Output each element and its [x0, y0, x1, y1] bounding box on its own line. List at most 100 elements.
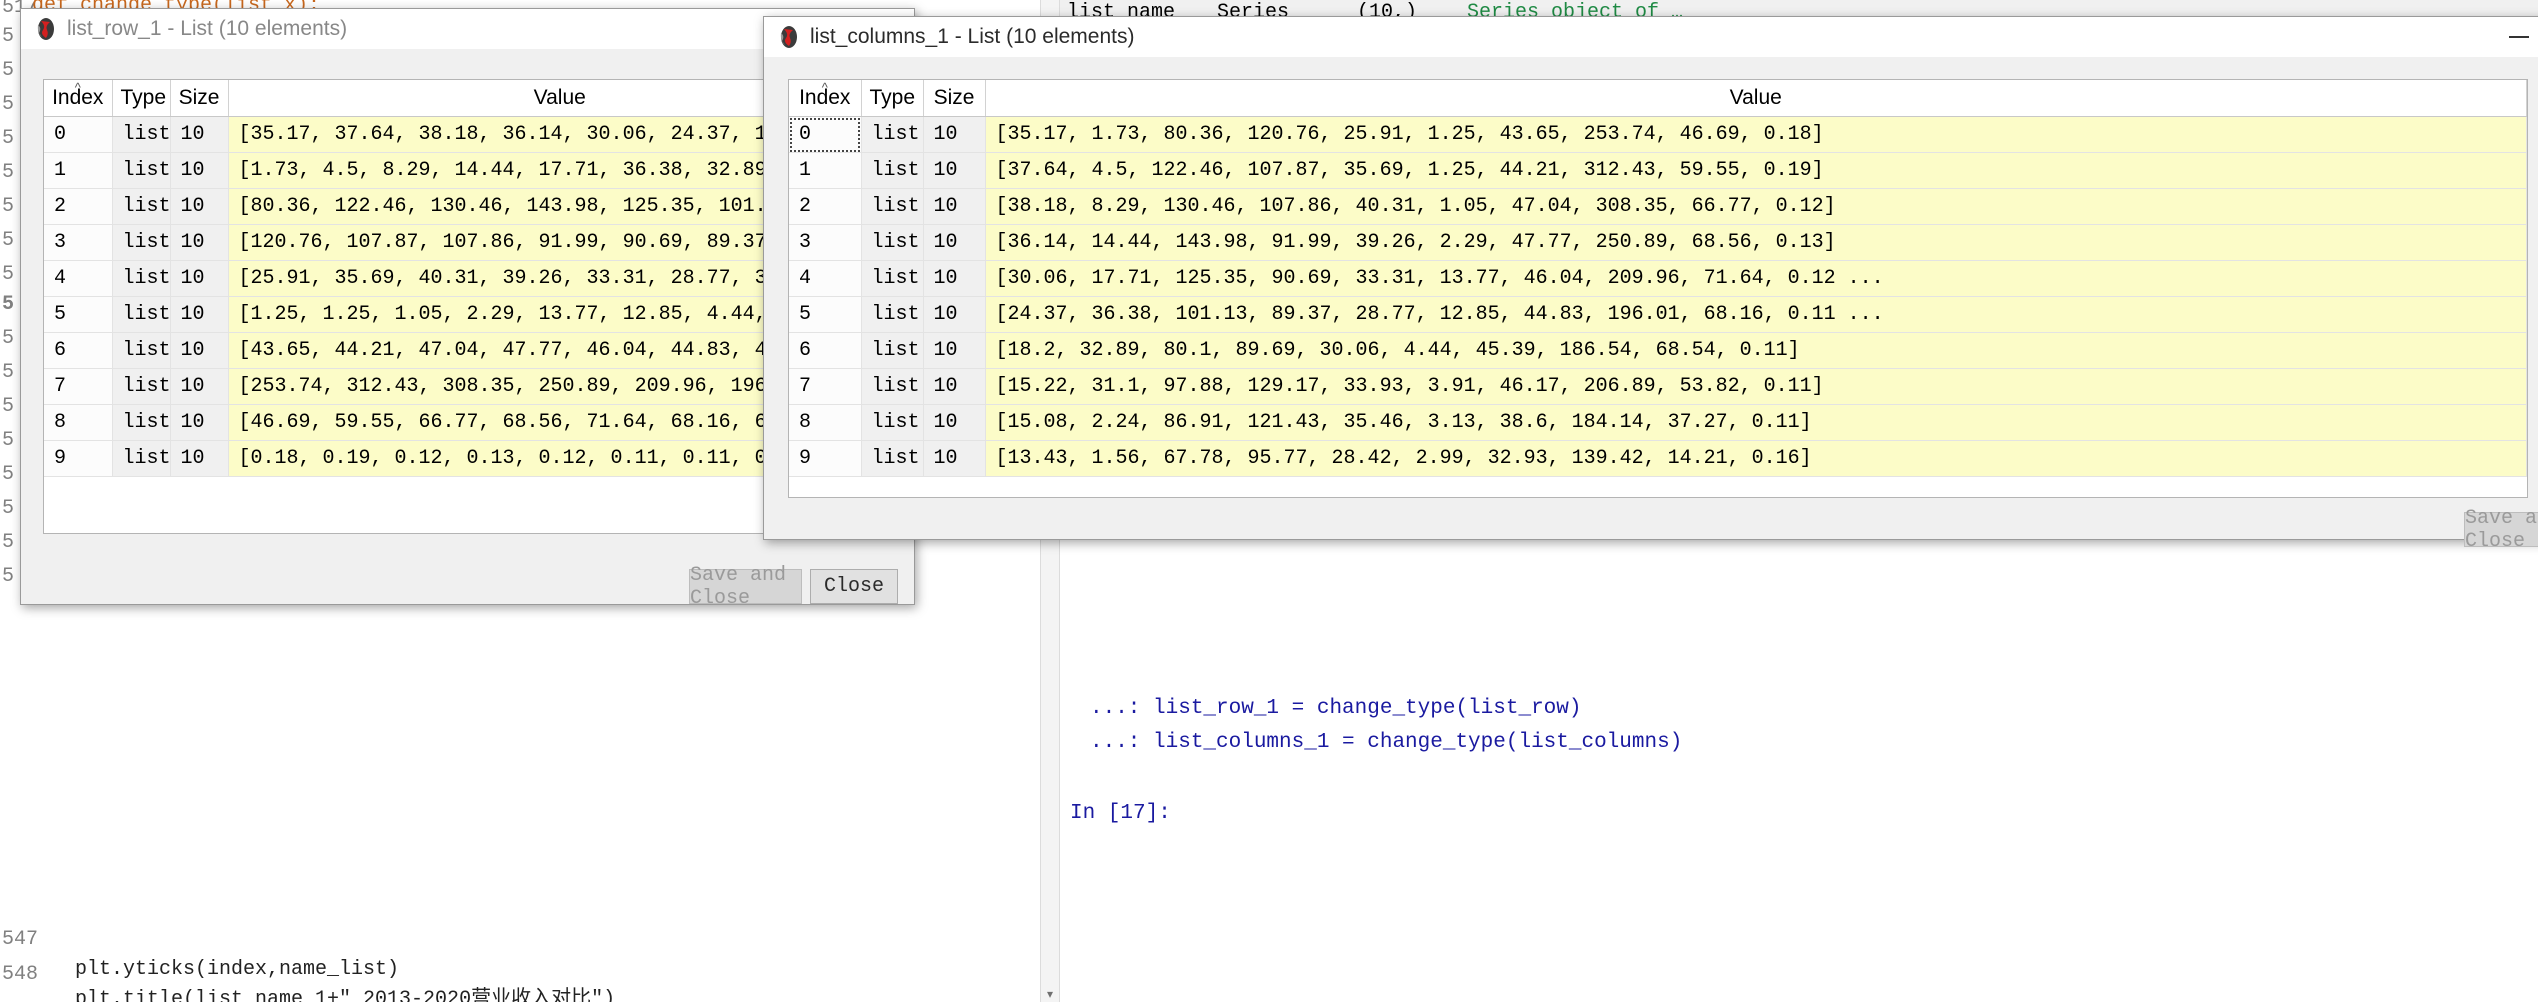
column-header-value[interactable]: Value [985, 80, 2527, 117]
cell-value[interactable]: [18.2, 32.89, 80.1, 89.69, 30.06, 4.44, … [985, 332, 2527, 369]
cell-type[interactable]: list [112, 332, 171, 369]
cell-type[interactable]: list [112, 296, 171, 333]
cell-size[interactable]: 10 [923, 224, 986, 261]
cell-index[interactable]: 4 [789, 260, 862, 297]
column-header-index[interactable]: ^ Index [44, 80, 113, 117]
table-row[interactable]: 4 list 10 [30.06, 17.71, 125.35, 90.69, … [789, 260, 2527, 297]
cell-index[interactable]: 5 [789, 296, 862, 333]
cell-size[interactable]: 10 [170, 332, 229, 369]
cell-type[interactable]: list [861, 224, 924, 261]
cell-value[interactable]: [37.64, 4.5, 122.46, 107.87, 35.69, 1.25… [985, 152, 2527, 189]
cell-value[interactable]: [13.43, 1.56, 67.78, 95.77, 28.42, 2.99,… [985, 440, 2527, 477]
cell-type[interactable]: list [861, 152, 924, 189]
line-number: 5 [2, 127, 15, 150]
line-number: 5 [2, 229, 15, 252]
cell-index[interactable]: 7 [789, 368, 862, 405]
cell-index[interactable]: 6 [44, 332, 113, 369]
cell-index[interactable]: 4 [44, 260, 113, 297]
cell-type[interactable]: list [861, 404, 924, 441]
table-row[interactable]: 9 list 10 [13.43, 1.56, 67.78, 95.77, 28… [789, 440, 2527, 477]
cell-size[interactable]: 10 [170, 188, 229, 225]
ipython-console[interactable]: ▾ ...: list_row_1 = change_type(list_row… [1040, 0, 2538, 1002]
cell-index[interactable]: 3 [789, 224, 862, 261]
list-columns-titlebar[interactable]: list_columns_1 - List (10 elements) [764, 17, 2538, 57]
table-row[interactable]: 1 list 10 [37.64, 4.5, 122.46, 107.87, 3… [789, 152, 2527, 189]
save-and-close-button[interactable]: Save and Close [2464, 507, 2538, 553]
cell-value[interactable]: [36.14, 14.44, 143.98, 91.99, 39.26, 2.2… [985, 224, 2527, 261]
cell-value[interactable]: [38.18, 8.29, 130.46, 107.86, 40.31, 1.0… [985, 188, 2527, 225]
table-row[interactable]: 6 list 10 [18.2, 32.89, 80.1, 89.69, 30.… [789, 332, 2527, 369]
cell-size[interactable]: 10 [923, 404, 986, 441]
table-row[interactable]: 8 list 10 [15.08, 2.24, 86.91, 121.43, 3… [789, 404, 2527, 441]
cell-index-selected[interactable]: 0 [789, 116, 862, 153]
cell-type[interactable]: list [112, 440, 171, 477]
cell-value[interactable]: [15.22, 31.1, 97.88, 129.17, 33.93, 3.91… [985, 368, 2527, 405]
cell-index[interactable]: 0 [44, 116, 113, 153]
save-and-close-button[interactable]: Save and Close [689, 564, 802, 610]
cell-size[interactable]: 10 [923, 260, 986, 297]
table-row[interactable]: 0 list 10 [35.17, 1.73, 80.36, 120.76, 2… [789, 116, 2527, 153]
cell-type[interactable]: list [861, 116, 924, 153]
cell-size[interactable]: 10 [170, 404, 229, 441]
column-header-index[interactable]: ^ Index [789, 80, 862, 117]
cell-value[interactable]: [24.37, 36.38, 101.13, 89.37, 28.77, 12.… [985, 296, 2527, 333]
cell-size[interactable]: 10 [923, 440, 986, 477]
column-header-type[interactable]: Type [861, 80, 924, 117]
cell-index[interactable]: 7 [44, 368, 113, 405]
table-row[interactable]: 2 list 10 [38.18, 8.29, 130.46, 107.86, … [789, 188, 2527, 225]
cell-type[interactable]: list [112, 404, 171, 441]
cell-size[interactable]: 10 [170, 296, 229, 333]
cell-index[interactable]: 6 [789, 332, 862, 369]
list-columns-dialog[interactable]: list_columns_1 - List (10 elements) ^ In… [763, 16, 2538, 553]
cell-size[interactable]: 10 [170, 116, 229, 153]
cell-type[interactable]: list [112, 152, 171, 189]
column-header-size[interactable]: Size [170, 80, 229, 117]
cell-size[interactable]: 10 [923, 296, 986, 333]
cell-index[interactable]: 8 [44, 404, 113, 441]
cell-index[interactable]: 2 [789, 188, 862, 225]
cell-index[interactable]: 5 [44, 296, 113, 333]
cell-size[interactable]: 10 [923, 368, 986, 405]
cell-value[interactable]: [30.06, 17.71, 125.35, 90.69, 33.31, 13.… [985, 260, 2527, 297]
cell-type[interactable]: list [861, 332, 924, 369]
cell-size[interactable]: 10 [170, 368, 229, 405]
cell-size[interactable]: 10 [170, 152, 229, 189]
list-columns-title: list_columns_1 - List (10 elements) [810, 25, 1135, 48]
cell-size[interactable]: 10 [170, 224, 229, 261]
cell-type[interactable]: list [112, 224, 171, 261]
table-row[interactable]: 7 list 10 [15.22, 31.1, 97.88, 129.17, 3… [789, 368, 2527, 405]
cell-index[interactable]: 2 [44, 188, 113, 225]
cell-size[interactable]: 10 [170, 440, 229, 477]
cell-index[interactable]: 3 [44, 224, 113, 261]
table-row[interactable]: 3 list 10 [36.14, 14.44, 143.98, 91.99, … [789, 224, 2527, 261]
minimize-icon[interactable] [2496, 23, 2538, 51]
cell-size[interactable]: 10 [923, 188, 986, 225]
cell-value[interactable]: [15.08, 2.24, 86.91, 121.43, 35.46, 3.13… [985, 404, 2527, 441]
cell-type[interactable]: list [112, 368, 171, 405]
cell-size[interactable]: 10 [923, 332, 986, 369]
cell-index[interactable]: 8 [789, 404, 862, 441]
cell-type[interactable]: list [861, 296, 924, 333]
cell-type[interactable]: list [861, 368, 924, 405]
cell-index[interactable]: 9 [44, 440, 113, 477]
cell-index[interactable]: 9 [789, 440, 862, 477]
cell-size[interactable]: 10 [170, 260, 229, 297]
column-header-type[interactable]: Type [112, 80, 171, 117]
cell-index[interactable]: 1 [44, 152, 113, 189]
cell-type[interactable]: list [861, 260, 924, 297]
line-number: 5 [2, 429, 15, 452]
close-button[interactable]: Close [810, 569, 898, 604]
cell-type[interactable]: list [112, 116, 171, 153]
chevron-down-icon[interactable]: ▾ [1041, 986, 1059, 1002]
list-columns-table-container[interactable]: ^ Index Type Size Value 0 list 10 [35.17… [788, 79, 2528, 498]
cell-size[interactable]: 10 [923, 116, 986, 153]
cell-type[interactable]: list [861, 188, 924, 225]
cell-size[interactable]: 10 [923, 152, 986, 189]
cell-index[interactable]: 1 [789, 152, 862, 189]
column-header-size[interactable]: Size [923, 80, 986, 117]
table-row[interactable]: 5 list 10 [24.37, 36.38, 101.13, 89.37, … [789, 296, 2527, 333]
cell-type[interactable]: list [112, 188, 171, 225]
cell-value[interactable]: [35.17, 1.73, 80.36, 120.76, 25.91, 1.25… [985, 116, 2527, 153]
cell-type[interactable]: list [861, 440, 924, 477]
cell-type[interactable]: list [112, 260, 171, 297]
